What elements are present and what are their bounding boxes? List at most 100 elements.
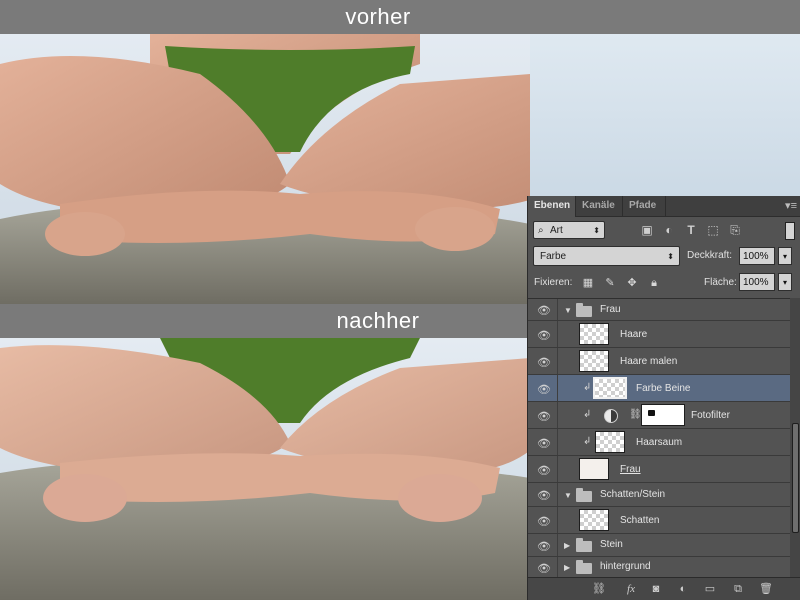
new-layer-icon[interactable]: ⧉ <box>731 582 745 596</box>
before-photo-sky-extension <box>530 34 800 196</box>
new-group-icon[interactable]: ▭ <box>703 582 717 596</box>
layer-list: 👁︎ ▼ Frau 👁︎ Haare 👁︎ Haare malen 👁︎ ↲ F… <box>528 298 790 579</box>
fill-field[interactable]: 100% <box>739 273 775 291</box>
visibility-eye-icon[interactable]: 👁︎ <box>535 410 553 423</box>
blend-row: Farbe ⬍ Deckkraft: 100% ▾ <box>528 246 800 270</box>
visibility-eye-icon[interactable]: 👁︎ <box>535 515 553 528</box>
visibility-eye-icon[interactable]: 👁︎ <box>535 540 553 553</box>
column-divider <box>557 321 558 347</box>
trash-icon[interactable]: 🗑︎ <box>759 582 773 596</box>
visibility-eye-icon[interactable]: 👁︎ <box>535 464 553 477</box>
layer-row-farbe-beine[interactable]: 👁︎ ↲ Farbe Beine <box>528 375 790 402</box>
folder-icon <box>576 303 592 317</box>
shape-filter-icon[interactable]: ⬚ <box>706 223 720 237</box>
layer-row-frau[interactable]: 👁︎ Frau <box>528 456 790 483</box>
opacity-field[interactable]: 100% <box>739 247 775 265</box>
layer-row-hintergrund-group[interactable]: 👁︎ ▶ hintergrund <box>528 557 790 579</box>
opacity-dropdown-button[interactable]: ▾ <box>778 247 792 265</box>
visibility-eye-icon[interactable]: 👁︎ <box>535 383 553 396</box>
column-divider <box>557 534 558 556</box>
chain-link-icon[interactable]: ⛓︎ <box>629 409 642 420</box>
layer-row-stein-group[interactable]: 👁︎ ▶ Stein <box>528 534 790 557</box>
layer-name: Frau <box>600 304 621 315</box>
lock-all-icon[interactable]: 🔒︎ <box>648 277 660 289</box>
fill-label: Fläche: <box>704 277 737 288</box>
expand-down-icon[interactable]: ▼ <box>564 306 572 315</box>
layer-row-haarsaum[interactable]: 👁︎ ↲ Haarsaum <box>528 429 790 456</box>
layer-name: Haare malen <box>620 356 678 367</box>
link-layers-icon[interactable]: ⛓︎ <box>592 582 606 596</box>
add-mask-icon[interactable]: ◙ <box>649 582 663 596</box>
before-caption: vorher <box>0 0 800 34</box>
adjustment-filter-icon[interactable]: ◐ <box>662 223 676 237</box>
blend-mode-select[interactable]: Farbe ⬍ <box>533 246 680 266</box>
column-divider <box>557 557 558 579</box>
lock-transparency-icon[interactable]: ▦ <box>582 277 594 289</box>
scrollbar-thumb[interactable] <box>792 423 799 533</box>
filter-kind-select[interactable]: ⌕ Art ⬍ <box>533 221 605 239</box>
visibility-eye-icon[interactable]: 👁︎ <box>535 437 553 450</box>
layer-row-schatten[interactable]: 👁︎ Schatten <box>528 507 790 534</box>
fx-icon[interactable]: fx <box>624 582 638 596</box>
clipping-arrow-icon: ↲ <box>583 382 592 393</box>
folder-icon <box>576 560 592 574</box>
lock-brush-icon[interactable]: ✎ <box>604 277 616 289</box>
lock-label: Fixieren: <box>534 277 573 288</box>
filter-kind-label: Art <box>550 225 563 236</box>
select-arrows-icon: ⬍ <box>593 226 600 235</box>
image-filter-icon[interactable]: ▣ <box>640 223 654 237</box>
layer-name: Haarsaum <box>636 437 683 448</box>
before-caption-text: vorher <box>345 4 411 29</box>
tab-ebenen[interactable]: Ebenen <box>528 196 576 217</box>
layer-name: Farbe Beine <box>636 383 691 394</box>
lock-move-icon[interactable]: ✥ <box>626 277 638 289</box>
expand-right-icon[interactable]: ▶ <box>564 541 570 550</box>
smart-object-filter-icon[interactable]: ⎘ <box>728 223 742 237</box>
layer-row-haare[interactable]: 👁︎ Haare <box>528 321 790 348</box>
layer-row-frau-group[interactable]: 👁︎ ▼ Frau <box>528 299 790 321</box>
visibility-eye-icon[interactable]: 👁︎ <box>535 304 553 317</box>
visibility-eye-icon[interactable]: 👁︎ <box>535 329 553 342</box>
filter-toggle-switch[interactable] <box>785 222 795 240</box>
folder-icon <box>576 538 592 552</box>
clipping-arrow-icon: ↲ <box>583 409 592 420</box>
type-filter-icon[interactable]: T <box>684 223 698 237</box>
layer-row-fotofilter[interactable]: 👁︎ ↲ ⛓︎ Fotofilter <box>528 402 790 429</box>
search-icon: ⌕ <box>538 225 544 236</box>
layer-thumbnail <box>579 323 609 345</box>
layer-list-scrollbar[interactable] <box>790 298 800 578</box>
visibility-eye-icon[interactable]: 👁︎ <box>535 489 553 502</box>
tab-kanaele[interactable]: Kanäle <box>576 196 623 216</box>
column-divider <box>557 299 558 320</box>
column-divider <box>557 507 558 533</box>
layer-thumbnail <box>595 431 625 453</box>
panel-menu-icon[interactable]: ▾≡ <box>785 199 797 212</box>
column-divider <box>557 348 558 374</box>
layer-thumbnail <box>579 509 609 531</box>
column-divider <box>557 429 558 455</box>
panel-tab-bar: Ebenen Kanäle Pfade ▾≡ <box>528 196 800 217</box>
layer-thumbnail <box>579 458 609 480</box>
tab-pfade[interactable]: Pfade <box>623 196 666 216</box>
layer-filter-row: ⌕ Art ⬍ ▣ ◐ T ⬚ ⎘ <box>528 218 800 244</box>
column-divider <box>557 402 558 428</box>
layer-name: Schatten/Stein <box>600 489 666 500</box>
column-divider <box>557 456 558 482</box>
column-divider <box>557 483 558 506</box>
after-photo-artwork <box>0 338 530 600</box>
before-photo <box>0 34 530 304</box>
layer-row-schatten-stein-group[interactable]: 👁︎ ▼ Schatten/Stein <box>528 483 790 507</box>
fill-dropdown-button[interactable]: ▾ <box>778 273 792 291</box>
visibility-eye-icon[interactable]: 👁︎ <box>535 562 553 575</box>
expand-right-icon[interactable]: ▶ <box>564 563 570 572</box>
expand-down-icon[interactable]: ▼ <box>564 491 572 500</box>
panel-bottom-toolbar: ⛓︎ fx ◙ ◐ ▭ ⧉ 🗑︎ <box>528 577 800 600</box>
layer-name: Stein <box>600 539 623 550</box>
new-adjustment-icon[interactable]: ◐ <box>676 582 690 596</box>
folder-icon <box>576 488 592 502</box>
layer-thumbnail <box>593 377 627 399</box>
after-photo <box>0 338 530 600</box>
layer-mask-thumbnail[interactable] <box>641 404 685 426</box>
visibility-eye-icon[interactable]: 👁︎ <box>535 356 553 369</box>
layer-row-haare-malen[interactable]: 👁︎ Haare malen <box>528 348 790 375</box>
